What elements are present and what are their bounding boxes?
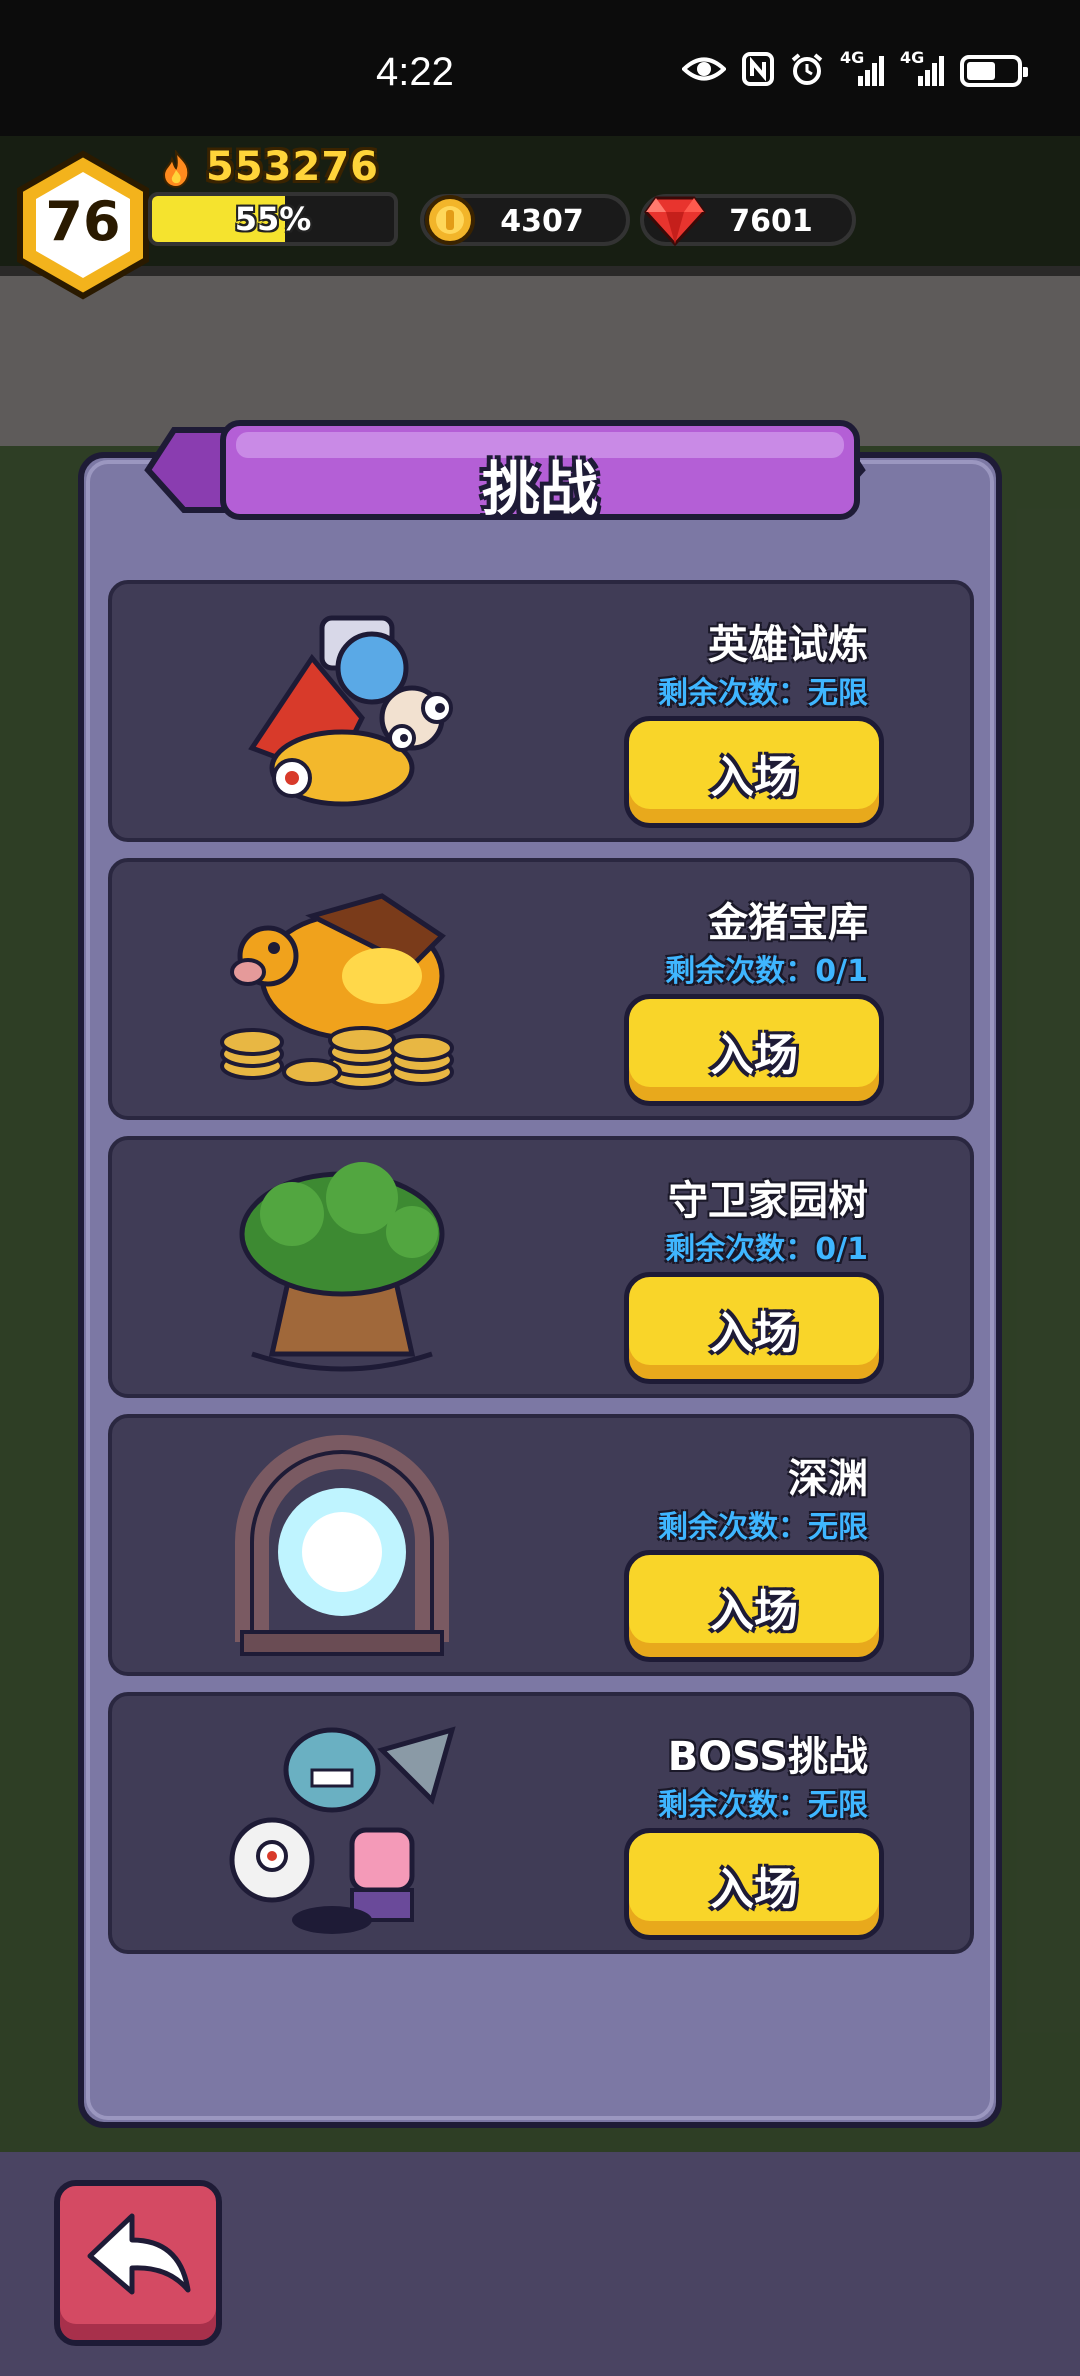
- card-remaining-count: 剩余次数：无限: [658, 1510, 868, 1545]
- signal-icon-1: 4G: [840, 48, 884, 88]
- signal-icon-2: 4G: [900, 48, 944, 88]
- card-remaining-count: 剩余次数：0/1: [665, 1232, 868, 1267]
- enter-button-label: 入场: [710, 1586, 798, 1637]
- enter-button-abyss[interactable]: 入场: [624, 1550, 884, 1662]
- alarm-icon: [790, 52, 824, 90]
- power-score: 553276: [206, 144, 379, 190]
- title-banner: 挑战: [220, 420, 860, 523]
- flame-icon: [162, 150, 190, 188]
- status-time: 4:22: [376, 50, 454, 94]
- xp-progress-bar: 55%: [148, 192, 398, 246]
- coin-icon: [425, 195, 475, 245]
- battery-icon: [960, 55, 1028, 87]
- panel-title: 挑战: [481, 455, 598, 523]
- nfc-icon: [742, 52, 774, 90]
- hero-trial-icon: [248, 615, 453, 807]
- enter-button-hero-trial[interactable]: 入场: [624, 716, 884, 828]
- golden-pig-icon: [220, 893, 454, 1090]
- challenge-card-abyss: 深渊 剩余次数：无限 入场: [108, 1414, 974, 1676]
- xp-progress-label: 55%: [234, 200, 312, 238]
- status-icons: 4G 4G: [681, 48, 1028, 90]
- card-title: 金猪宝库: [708, 900, 868, 946]
- enter-button-home-tree[interactable]: 入场: [624, 1272, 884, 1384]
- enter-button-label: 入场: [710, 1308, 798, 1359]
- gem-icon: [644, 196, 706, 247]
- home-tree-icon: [239, 1162, 445, 1372]
- card-title: 守卫家园树: [668, 1178, 868, 1224]
- back-arrow-icon: [87, 2213, 191, 2295]
- challenge-card-home-tree: 守卫家园树 剩余次数：0/1 入场: [108, 1136, 974, 1398]
- enter-button-label: 入场: [710, 1030, 798, 1081]
- card-title: 深渊: [788, 1456, 868, 1502]
- challenge-card-hero-trial: 英雄试炼 剩余次数：无限 入场: [108, 580, 974, 842]
- card-remaining-count: 剩余次数：无限: [658, 676, 868, 711]
- enter-button-label: 入场: [710, 1864, 798, 1915]
- card-remaining-count: 剩余次数：0/1: [665, 954, 868, 989]
- challenge-card-golden-pig: 金猪宝库 剩余次数：0/1 入场: [108, 858, 974, 1120]
- challenge-card-boss: BOSS挑战 剩余次数：无限 入场: [108, 1692, 974, 1954]
- card-title: 英雄试炼: [708, 622, 868, 668]
- abyss-portal-icon: [235, 1435, 449, 1656]
- eye-icon: [681, 54, 727, 88]
- enter-button-label: 入场: [710, 752, 798, 803]
- boss-monsters-icon: [229, 1726, 456, 1934]
- card-title: BOSS挑战: [667, 1734, 868, 1780]
- back-button[interactable]: [54, 2180, 222, 2346]
- enter-button-golden-pig[interactable]: 入场: [624, 994, 884, 1106]
- player-level: 76: [45, 190, 121, 253]
- enter-button-boss[interactable]: 入场: [624, 1828, 884, 1940]
- card-remaining-count: 剩余次数：无限: [658, 1788, 868, 1823]
- status-bar: 4:22 4G 4G: [0, 0, 1080, 136]
